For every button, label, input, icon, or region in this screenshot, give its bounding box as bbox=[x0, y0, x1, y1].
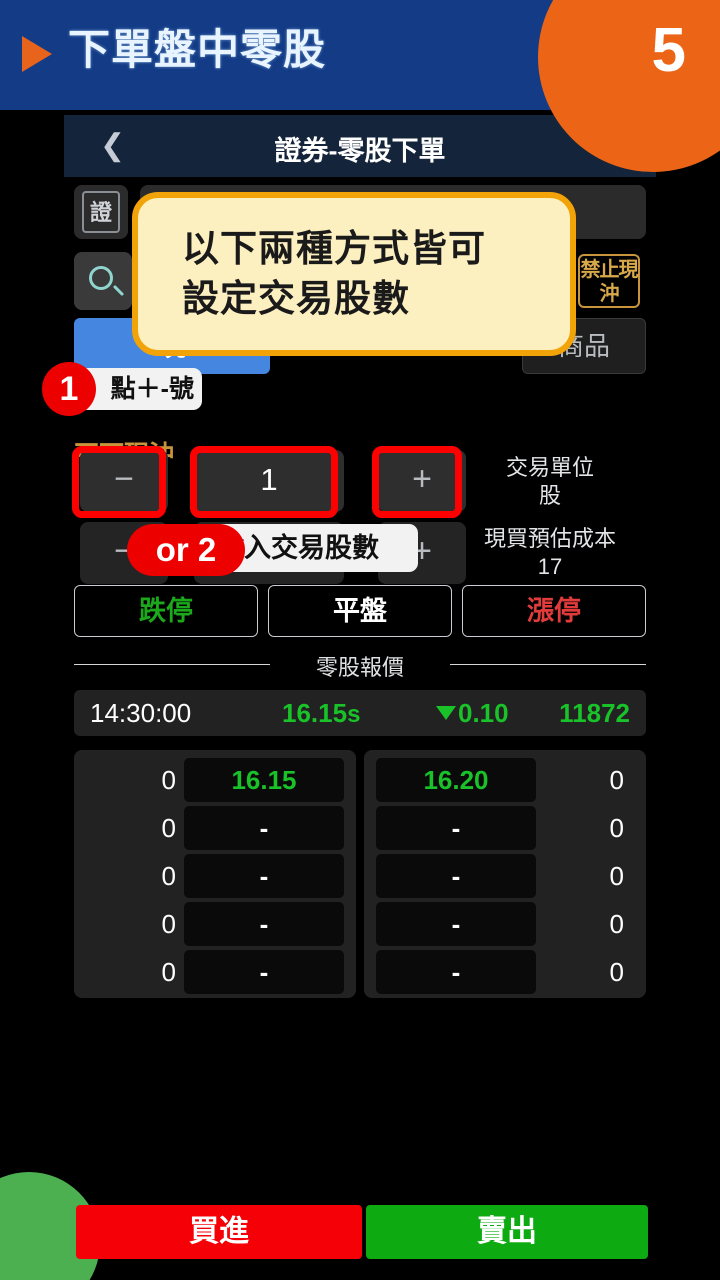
bid-price[interactable]: - bbox=[184, 950, 344, 994]
action-buttons: 買進 賣出 bbox=[0, 1205, 720, 1259]
table-row: 0 - bbox=[74, 950, 356, 996]
table-row: 0 16.15 bbox=[74, 758, 356, 804]
ask-price[interactable]: - bbox=[376, 950, 536, 994]
estimated-cost-block: 現買預估成本 17 bbox=[440, 525, 660, 581]
annotation-badge-2: or 2 bbox=[127, 524, 245, 576]
table-row: - 0 bbox=[364, 902, 646, 948]
bid-column: 0 16.15 0 - 0 - 0 - 0 - bbox=[74, 750, 356, 998]
ask-qty: 0 bbox=[609, 765, 624, 795]
ask-qty: 0 bbox=[609, 957, 624, 987]
order-book: 0 16.15 0 - 0 - 0 - 0 - 16.20 0 - 0 - 0 … bbox=[74, 750, 646, 998]
bid-qty: 0 bbox=[161, 861, 176, 891]
tutorial-callout: 以下兩種方式皆可 設定交易股數 bbox=[132, 192, 576, 356]
quote-price-value: 16.15 bbox=[282, 698, 348, 728]
sell-button[interactable]: 賣出 bbox=[366, 1205, 648, 1259]
buy-button[interactable]: 買進 bbox=[76, 1205, 362, 1259]
triangle-down-icon bbox=[436, 706, 456, 720]
bid-price[interactable]: - bbox=[184, 854, 344, 898]
callout-line-1: 以下兩種方式皆可 bbox=[182, 228, 486, 269]
estimated-cost-value: 17 bbox=[537, 554, 563, 579]
quote-time: 14:30:00 bbox=[90, 698, 192, 728]
table-row: 0 - bbox=[74, 854, 356, 900]
quote-change: 0.10 bbox=[436, 698, 509, 729]
ask-price[interactable]: - bbox=[376, 902, 536, 946]
callout-line-2: 設定交易股數 bbox=[182, 278, 410, 319]
quote-bar: 14:30:00 16.15s 0.10 11872 bbox=[74, 690, 646, 736]
annotation-badge-1: 1 bbox=[42, 362, 96, 416]
trade-unit-value: 股 bbox=[538, 483, 561, 508]
bid-qty: 0 bbox=[161, 813, 176, 843]
divider-label: 零股報價 bbox=[315, 655, 404, 680]
step-number: 5 bbox=[651, 16, 686, 85]
bid-qty: 0 bbox=[161, 765, 176, 795]
odd-lot-quote-divider: 零股報價 bbox=[74, 650, 646, 680]
limit-price-buttons: 跌停 平盤 漲停 bbox=[74, 585, 646, 637]
banner-title: 下單盤中零股 bbox=[68, 26, 327, 73]
quote-price-suffix: s bbox=[347, 701, 361, 728]
table-row: 16.20 0 bbox=[364, 758, 646, 804]
bid-price[interactable]: - bbox=[184, 902, 344, 946]
ask-price[interactable]: 16.20 bbox=[376, 758, 536, 802]
table-row: 0 - bbox=[74, 902, 356, 948]
quantity-decrement-button[interactable]: − bbox=[80, 450, 168, 512]
account-type-icon[interactable]: 證 bbox=[74, 185, 128, 239]
bid-qty: 0 bbox=[161, 957, 176, 987]
table-row: - 0 bbox=[364, 806, 646, 852]
quote-price: 16.15s bbox=[282, 698, 360, 729]
ask-qty: 0 bbox=[609, 861, 624, 891]
table-row: 0 - bbox=[74, 806, 356, 852]
table-row: - 0 bbox=[364, 854, 646, 900]
table-row: - 0 bbox=[364, 950, 646, 996]
search-button[interactable] bbox=[74, 252, 132, 310]
quote-change-value: 0.10 bbox=[458, 698, 509, 728]
search-icon bbox=[89, 266, 113, 290]
trade-unit-block: 交易單位 股 bbox=[440, 454, 660, 510]
ask-qty: 0 bbox=[609, 909, 624, 939]
account-type-label: 證 bbox=[82, 191, 120, 233]
ask-qty: 0 bbox=[609, 813, 624, 843]
quantity-stepper-primary: − 1 + bbox=[74, 450, 466, 512]
ask-price[interactable]: - bbox=[376, 806, 536, 850]
flat-price-button[interactable]: 平盤 bbox=[268, 585, 452, 637]
ask-column: 16.20 0 - 0 - 0 - 0 - 0 bbox=[364, 750, 646, 998]
trade-unit-title: 交易單位 bbox=[505, 455, 594, 480]
bid-price[interactable]: 16.15 bbox=[184, 758, 344, 802]
no-daytrade-badge: 禁止現沖 bbox=[578, 254, 640, 308]
play-triangle-icon bbox=[22, 36, 52, 72]
quote-volume: 11872 bbox=[559, 698, 630, 728]
bid-qty: 0 bbox=[161, 909, 176, 939]
limit-up-button[interactable]: 漲停 bbox=[462, 585, 646, 637]
quantity-value[interactable]: 1 bbox=[194, 450, 344, 512]
ask-price[interactable]: - bbox=[376, 854, 536, 898]
estimated-cost-title: 現買預估成本 bbox=[483, 526, 616, 551]
limit-down-button[interactable]: 跌停 bbox=[74, 585, 258, 637]
bid-price[interactable]: - bbox=[184, 806, 344, 850]
page-title: 證券-零股下單 bbox=[274, 136, 446, 166]
screenshot-root: 下單盤中零股 5 ❮ 證券-零股下單 證 禁止現沖 現 商品 bbox=[0, 0, 720, 1280]
